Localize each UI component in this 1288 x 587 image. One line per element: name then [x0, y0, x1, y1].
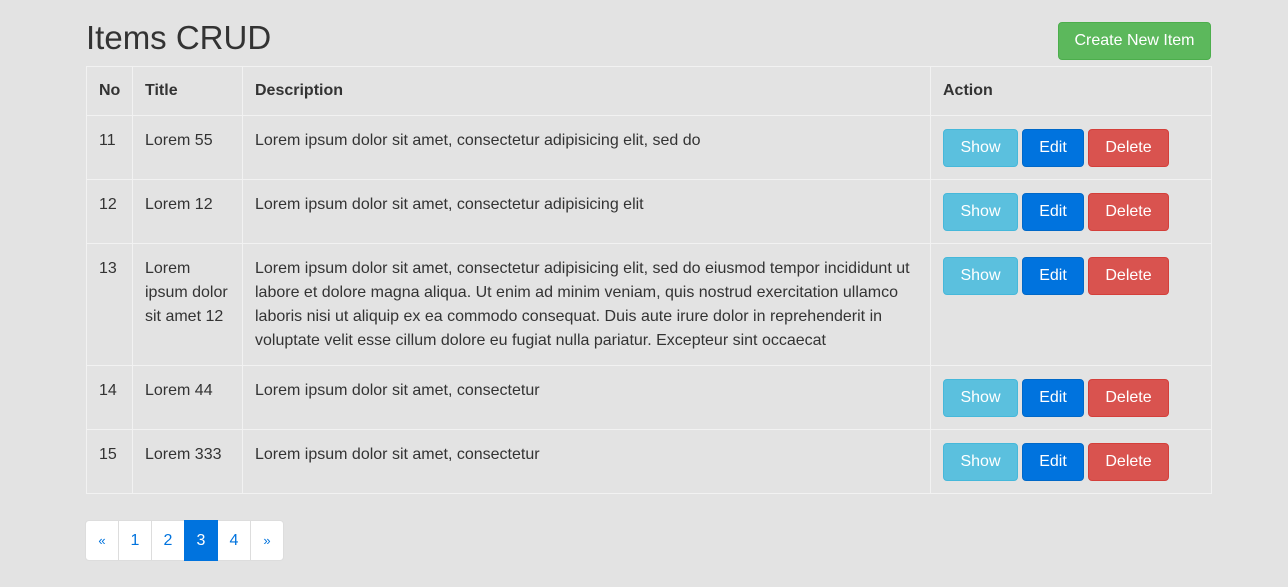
- delete-button[interactable]: Delete: [1088, 257, 1169, 295]
- cell-action: Show Edit Delete: [930, 365, 1212, 430]
- edit-button[interactable]: Edit: [1022, 193, 1084, 231]
- pagination: « 1 2 3 4 »: [85, 520, 284, 561]
- cell-description: Lorem ipsum dolor sit amet, consectetur: [242, 365, 931, 430]
- delete-button[interactable]: Delete: [1088, 193, 1169, 231]
- create-new-item-button[interactable]: Create New Item: [1058, 22, 1211, 60]
- cell-action: Show Edit Delete: [930, 179, 1212, 244]
- delete-button[interactable]: Delete: [1088, 379, 1169, 417]
- table-header-row: No Title Description Action: [86, 66, 1212, 116]
- cell-description: Lorem ipsum dolor sit amet, consectetur: [242, 429, 931, 494]
- cell-no: 14: [86, 365, 133, 430]
- items-table: No Title Description Action 11 Lorem 55 …: [86, 66, 1212, 494]
- cell-description: Lorem ipsum dolor sit amet, consectetur …: [242, 243, 931, 366]
- cell-description: Lorem ipsum dolor sit amet, consectetur …: [242, 179, 931, 244]
- show-button[interactable]: Show: [943, 129, 1018, 167]
- column-header-no: No: [86, 66, 133, 116]
- show-button[interactable]: Show: [943, 379, 1018, 417]
- cell-no: 15: [86, 429, 133, 494]
- edit-button[interactable]: Edit: [1022, 379, 1084, 417]
- pagination-page-4[interactable]: 4: [217, 520, 251, 561]
- cell-action: Show Edit Delete: [930, 115, 1212, 180]
- column-header-title: Title: [132, 66, 243, 116]
- delete-button[interactable]: Delete: [1088, 443, 1169, 481]
- cell-title: Lorem 55: [132, 115, 243, 180]
- edit-button[interactable]: Edit: [1022, 129, 1084, 167]
- cell-title: Lorem 44: [132, 365, 243, 430]
- cell-no: 11: [86, 115, 133, 180]
- page-title: Items CRUD: [86, 19, 272, 56]
- table-row: 13 Lorem ipsum dolor sit amet 12 Lorem i…: [86, 243, 1212, 366]
- edit-button[interactable]: Edit: [1022, 443, 1084, 481]
- pagination-page-1[interactable]: 1: [118, 520, 152, 561]
- edit-button[interactable]: Edit: [1022, 257, 1084, 295]
- cell-title: Lorem ipsum dolor sit amet 12: [132, 243, 243, 366]
- pagination-prev[interactable]: «: [85, 520, 119, 561]
- cell-description: Lorem ipsum dolor sit amet, consectetur …: [242, 115, 931, 180]
- pagination-page-2[interactable]: 2: [151, 520, 185, 561]
- table-row: 12 Lorem 12 Lorem ipsum dolor sit amet, …: [86, 179, 1212, 244]
- table-row: 14 Lorem 44 Lorem ipsum dolor sit amet, …: [86, 365, 1212, 430]
- show-button[interactable]: Show: [943, 193, 1018, 231]
- cell-no: 12: [86, 179, 133, 244]
- cell-action: Show Edit Delete: [930, 429, 1212, 494]
- delete-button[interactable]: Delete: [1088, 129, 1169, 167]
- table-row: 11 Lorem 55 Lorem ipsum dolor sit amet, …: [86, 115, 1212, 180]
- cell-title: Lorem 333: [132, 429, 243, 494]
- show-button[interactable]: Show: [943, 257, 1018, 295]
- cell-title: Lorem 12: [132, 179, 243, 244]
- cell-action: Show Edit Delete: [930, 243, 1212, 366]
- pagination-next[interactable]: »: [250, 520, 284, 561]
- show-button[interactable]: Show: [943, 443, 1018, 481]
- column-header-description: Description: [242, 66, 931, 116]
- cell-no: 13: [86, 243, 133, 366]
- column-header-action: Action: [930, 66, 1212, 116]
- pagination-page-3-active[interactable]: 3: [184, 520, 218, 561]
- table-row: 15 Lorem 333 Lorem ipsum dolor sit amet,…: [86, 429, 1212, 494]
